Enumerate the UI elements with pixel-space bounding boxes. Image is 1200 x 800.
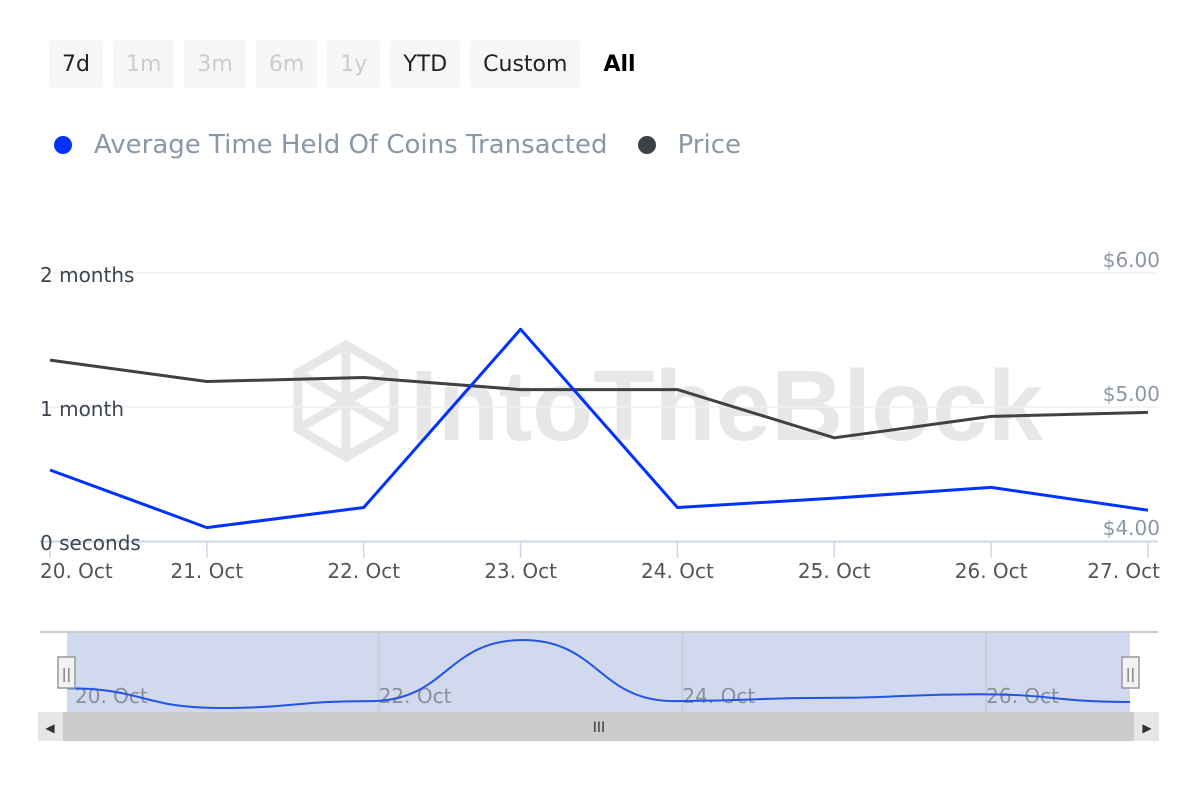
scroll-left-arrow-icon: ◀ bbox=[45, 721, 55, 735]
scrollbar-grip-icon[interactable]: III bbox=[593, 720, 605, 736]
navigator-right-handle[interactable]: || bbox=[1121, 656, 1140, 689]
navigator-label: 24. Oct bbox=[682, 684, 755, 708]
handle-grip-icon: || bbox=[62, 667, 71, 683]
navigator-label: 22. Oct bbox=[379, 684, 452, 708]
x-tick-label: 20. Oct bbox=[40, 559, 113, 583]
left-axis: 0 seconds 1 month 2 months bbox=[40, 263, 141, 555]
x-axis: 20. Oct 21. Oct 22. Oct 23. Oct 24. Oct 25. O… bbox=[40, 540, 1160, 583]
navigator-selected-range[interactable] bbox=[67, 633, 1130, 713]
x-tick-label: 25. Oct bbox=[798, 559, 871, 583]
left-axis-label: 2 months bbox=[40, 263, 134, 287]
watermark-logo-icon bbox=[293, 339, 399, 463]
x-tick-label: 24. Oct bbox=[641, 559, 714, 583]
right-axis: $4.00 $5.00 $6.00 bbox=[1103, 248, 1160, 540]
x-tick-label: 27. Oct bbox=[1087, 559, 1160, 583]
left-axis-label: 0 seconds bbox=[40, 531, 141, 555]
left-axis-label: 1 month bbox=[40, 397, 124, 421]
x-tick-label: 23. Oct bbox=[484, 559, 557, 583]
right-axis-label: $5.00 bbox=[1103, 382, 1160, 406]
scroll-right-arrow-icon: ▶ bbox=[1142, 721, 1152, 735]
handle-grip-icon: || bbox=[1126, 667, 1135, 683]
navigator[interactable]: 20. Oct 22. Oct 24. Oct 26. Oct || || ◀ ▶ I… bbox=[38, 631, 1159, 741]
x-tick-label: 22. Oct bbox=[327, 559, 400, 583]
right-axis-label: $6.00 bbox=[1103, 248, 1160, 272]
navigator-left-handle[interactable]: || bbox=[57, 656, 76, 689]
chart-svg: IntoTheBlock 20. Oct 21. Oct 22. Oct 23. Oc… bbox=[38, 248, 1160, 741]
x-tick-label: 26. Oct bbox=[955, 559, 1028, 583]
x-tick-label: 21. Oct bbox=[170, 559, 243, 583]
right-axis-label: $4.00 bbox=[1103, 516, 1160, 540]
watermark: IntoTheBlock bbox=[293, 339, 1044, 463]
